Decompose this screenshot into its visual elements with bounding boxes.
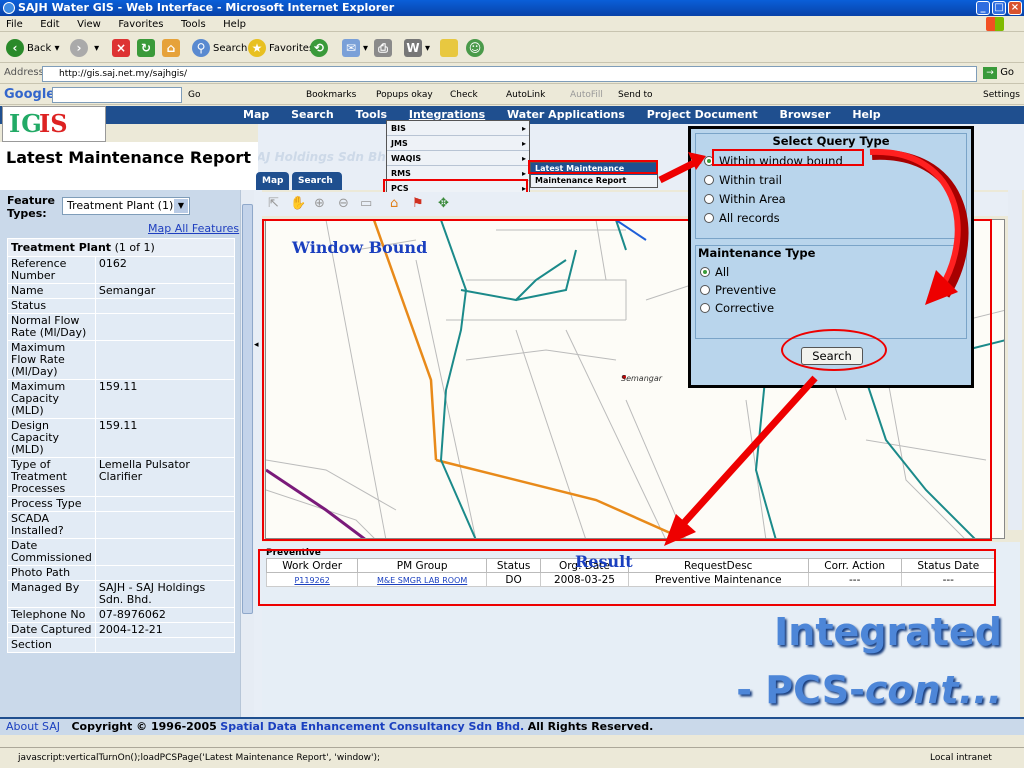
- app-footer: About SAJ Copyright © 1996-2005 Spatial …: [0, 717, 1024, 735]
- zone-indicator: Local intranet: [930, 753, 992, 763]
- about-saj-link[interactable]: About SAJ: [6, 720, 60, 733]
- slide-title-line2: - PCS-cont...: [736, 668, 1002, 712]
- page-bottom-gap: [0, 735, 1024, 747]
- slide-title-line1: Integrated: [774, 610, 1002, 654]
- copyright-text: Copyright © 1996-2005: [71, 720, 217, 733]
- company-name: Spatial Data Enhancement Consultancy Sdn…: [220, 720, 525, 733]
- arrow-curve-highlight: [869, 148, 961, 292]
- rights-text: All Rights Reserved.: [527, 720, 654, 733]
- status-text: javascript:verticalTurnOn();loadPCSPage(…: [18, 753, 381, 763]
- arrow-to-results: [679, 375, 818, 528]
- status-bar: javascript:verticalTurnOn();loadPCSPage(…: [0, 747, 1024, 768]
